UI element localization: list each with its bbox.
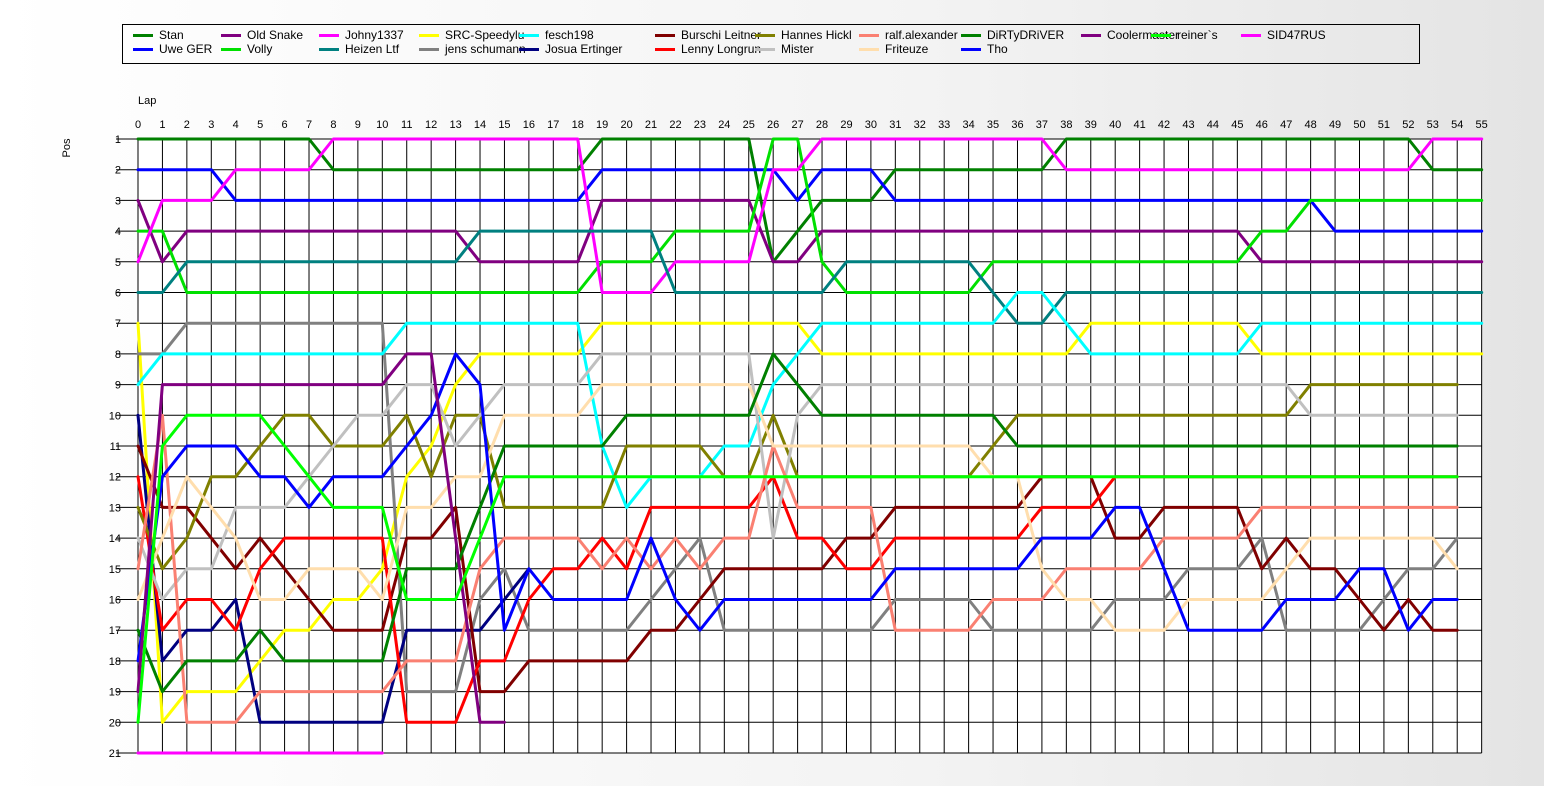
x-tick-label: 11 (401, 119, 412, 131)
x-tick-label: 48 (1305, 119, 1317, 131)
x-tick-label: 35 (987, 119, 999, 131)
x-tick-label: 18 (572, 119, 584, 131)
x-tick-label: 26 (767, 119, 779, 131)
x-tick-label: 46 (1256, 119, 1268, 131)
x-tick-label: 13 (449, 119, 461, 131)
position-chart: 0 1 2 3 4 5 6 7 8 9 10 11 12 13 14 15 16 17 18 19 20 21 22 23 24… (61, 95, 1488, 760)
x-tick-label: 4 (233, 119, 239, 131)
x-tick-label: 51 (1378, 119, 1390, 131)
x-tick-label: 17 (547, 119, 559, 131)
x-tick-label: 43 (1182, 119, 1194, 131)
x-tick-label: 47 (1280, 119, 1292, 131)
x-tick-label: 33 (938, 119, 950, 131)
x-tick-label: 55 (1476, 119, 1488, 131)
y-tick-label: 6 (115, 288, 121, 300)
x-tick-label: 8 (330, 119, 336, 131)
x-tick-label: 54 (1451, 119, 1463, 131)
x-tick-label: 20 (620, 119, 632, 131)
x-tick-label: 27 (791, 119, 803, 131)
y-tick-label: 10 (109, 410, 121, 422)
x-axis-title: Lap (138, 95, 156, 107)
x-tick-label: 22 (669, 119, 681, 131)
x-tick-label: 3 (208, 119, 214, 131)
x-tick-label: 19 (596, 119, 608, 131)
x-tick-label: 38 (1060, 119, 1072, 131)
x-tick-label: 50 (1353, 119, 1365, 131)
x-tick-label: 21 (645, 119, 657, 131)
x-tick-label: 16 (523, 119, 535, 131)
x-tick-label: 30 (865, 119, 877, 131)
x-tick-label: 12 (425, 119, 437, 131)
x-tick-label: 53 (1427, 119, 1439, 131)
x-tick-label: 23 (694, 119, 706, 131)
y-tick-label: 17 (109, 625, 121, 637)
x-tick-label: 6 (282, 119, 288, 131)
y-tick-label: 9 (115, 380, 121, 392)
x-tick-label: 25 (743, 119, 755, 131)
x-tick-label: 5 (257, 119, 263, 131)
y-tick-label: 5 (115, 257, 121, 269)
x-tick-label: 40 (1109, 119, 1121, 131)
x-tick-label: 7 (306, 119, 312, 131)
x-tick-label: 0 (135, 119, 141, 131)
y-tick-label: 16 (109, 595, 121, 607)
x-tick-label: 37 (1036, 119, 1048, 131)
x-tick-label: 39 (1085, 119, 1097, 131)
y-tick-label: 15 (109, 564, 121, 576)
y-tick-label: 18 (109, 656, 121, 668)
y-tick-label: 4 (115, 226, 121, 238)
x-tick-label: 31 (889, 119, 901, 131)
y-tick-label: 12 (109, 472, 121, 484)
x-tick-label: 45 (1231, 119, 1243, 131)
x-tick-label: 44 (1207, 119, 1219, 131)
x-tick-label: 52 (1402, 119, 1414, 131)
y-tick-label: 7 (115, 318, 121, 330)
y-tick-label: 11 (110, 441, 121, 453)
y-axis-title: Pos (61, 138, 73, 157)
y-tick-label: 19 (109, 687, 121, 699)
y-tick-label: 8 (115, 349, 121, 361)
x-tick-label: 24 (718, 119, 730, 131)
x-tick-label: 36 (1011, 119, 1023, 131)
x-tick-label: 9 (355, 119, 361, 131)
x-tick-label: 32 (914, 119, 926, 131)
x-tick-label: 14 (474, 119, 486, 131)
x-tick-label: 15 (498, 119, 510, 131)
y-tick-label: 20 (109, 717, 121, 729)
x-tick-label: 49 (1329, 119, 1341, 131)
y-tick-label: 21 (109, 748, 121, 760)
x-tick-label: 1 (159, 119, 165, 131)
y-tick-label: 13 (109, 502, 121, 514)
x-tick-label: 42 (1158, 119, 1170, 131)
x-tick-label: 28 (816, 119, 828, 131)
x-tick-label: 29 (840, 119, 852, 131)
y-tick-label: 2 (115, 165, 121, 177)
x-tick-label: 41 (1134, 119, 1146, 131)
y-tick-label: 1 (115, 134, 121, 146)
y-tick-label: 3 (115, 195, 121, 207)
x-tick-label: 2 (184, 119, 190, 131)
x-tick-label: 34 (962, 119, 974, 131)
y-tick-label: 14 (109, 533, 121, 545)
x-tick-label: 10 (376, 119, 388, 131)
